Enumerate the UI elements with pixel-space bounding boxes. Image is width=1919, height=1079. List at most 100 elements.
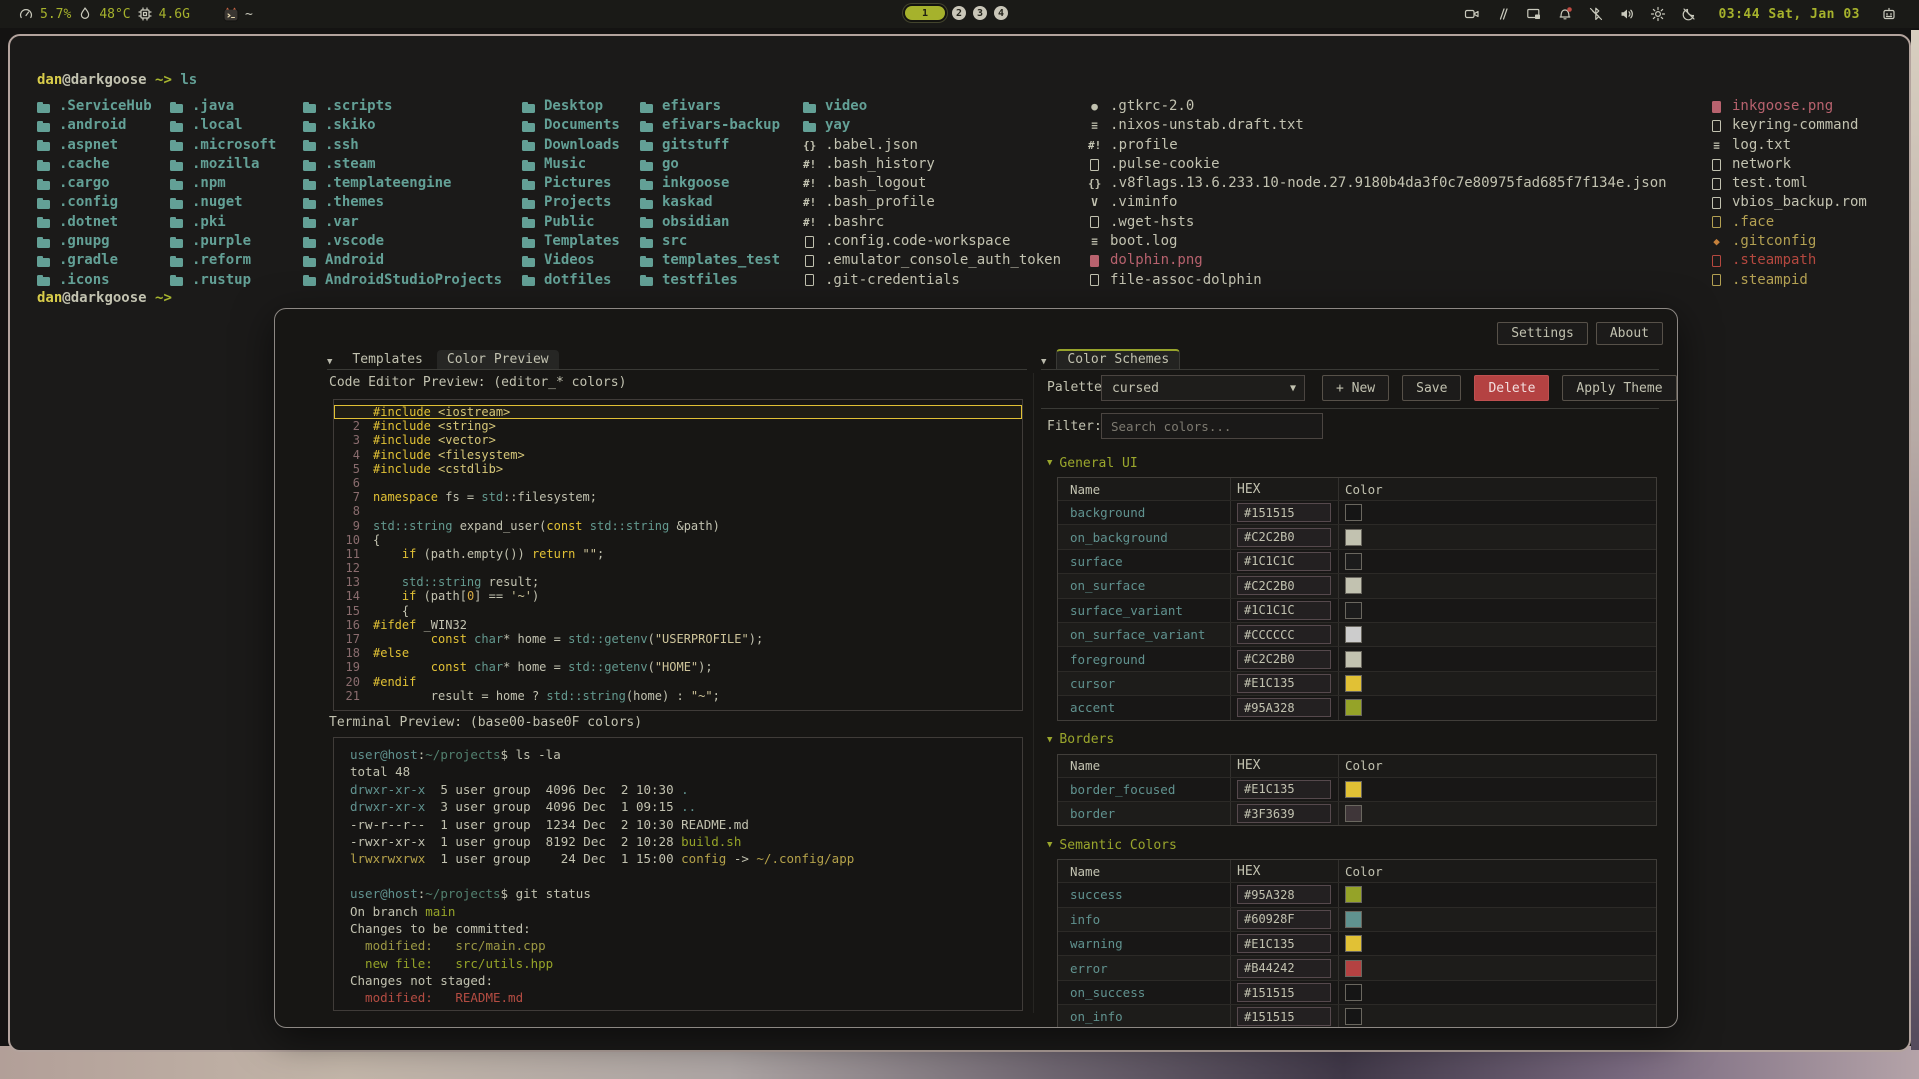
filter-search-input[interactable]: [1101, 413, 1323, 439]
workspace-2[interactable]: 2: [952, 6, 966, 20]
apply-theme-button[interactable]: Apply Theme: [1562, 375, 1676, 401]
color-row[interactable]: on_background: [1058, 524, 1656, 548]
color-swatch[interactable]: [1345, 886, 1362, 903]
file-name: log.txt: [1732, 136, 1791, 155]
color-swatch[interactable]: [1345, 935, 1362, 952]
color-row[interactable]: success: [1058, 882, 1656, 906]
bluetooth-off-icon[interactable]: [1588, 6, 1604, 22]
prompt-user: dan: [37, 290, 62, 306]
pane-divider[interactable]: [1033, 373, 1034, 1013]
palette-dropdown[interactable]: cursed ▼: [1101, 375, 1305, 401]
hex-value-input[interactable]: [1237, 576, 1331, 595]
hex-value-input[interactable]: [1237, 650, 1331, 669]
delete-button[interactable]: Delete: [1474, 375, 1549, 401]
color-swatch[interactable]: [1345, 504, 1362, 521]
night-light-off-icon[interactable]: [1681, 6, 1697, 22]
section-title: General UI: [1059, 456, 1137, 471]
color-swatch[interactable]: [1345, 911, 1362, 928]
color-row[interactable]: background: [1058, 500, 1656, 524]
color-row[interactable]: cursor: [1058, 671, 1656, 695]
color-row[interactable]: surface_variant: [1058, 598, 1656, 622]
pen-icon[interactable]: [1495, 6, 1511, 22]
hex-value-input[interactable]: [1237, 959, 1331, 978]
color-row[interactable]: border_focused: [1058, 777, 1656, 801]
line-number: 21: [334, 689, 360, 703]
color-row[interactable]: warning: [1058, 931, 1656, 955]
file-name: .aspnet: [59, 136, 118, 155]
workspace-3[interactable]: 3: [973, 6, 987, 20]
color-swatch[interactable]: [1345, 651, 1362, 668]
screencast-icon[interactable]: [1464, 6, 1480, 22]
hex-value-input[interactable]: [1237, 910, 1331, 929]
code-text: #else: [373, 646, 409, 660]
tab-templates[interactable]: Templates: [342, 350, 432, 370]
color-swatch[interactable]: [1345, 960, 1362, 977]
code-line: 10{: [334, 533, 1022, 547]
collapse-arrow-icon[interactable]: ▼: [327, 357, 332, 367]
hex-value-input[interactable]: [1237, 780, 1331, 799]
code-text: {: [373, 533, 380, 547]
color-swatch[interactable]: [1345, 805, 1362, 822]
workspace-4[interactable]: 4: [994, 6, 1008, 20]
color-row[interactable]: error: [1058, 955, 1656, 979]
hex-value-input[interactable]: [1237, 1007, 1331, 1026]
file-name: .nuget: [192, 193, 243, 212]
tab-separator-right: [1041, 369, 1659, 370]
save-button[interactable]: Save: [1402, 375, 1461, 401]
collapse-arrow-icon[interactable]: ▼: [1041, 357, 1046, 367]
hex-value-input[interactable]: [1237, 503, 1331, 522]
color-swatch[interactable]: [1345, 577, 1362, 594]
code-token: ;: [597, 547, 604, 561]
color-swatch[interactable]: [1345, 781, 1362, 798]
color-swatch[interactable]: [1345, 626, 1362, 643]
color-row[interactable]: accent: [1058, 695, 1656, 719]
color-row[interactable]: surface: [1058, 549, 1656, 573]
section-header[interactable]: ▼Borders: [1047, 732, 1657, 748]
hex-value-input[interactable]: [1237, 934, 1331, 953]
new-button[interactable]: + New: [1322, 375, 1389, 401]
color-swatch[interactable]: [1345, 984, 1362, 1001]
bell-notification-icon[interactable]: [1557, 6, 1573, 22]
color-row[interactable]: border: [1058, 801, 1656, 825]
color-swatch[interactable]: [1345, 699, 1362, 716]
hex-value-input[interactable]: [1237, 552, 1331, 571]
code-editor-preview[interactable]: #include <iostream>2#include <string>3#i…: [333, 399, 1023, 711]
hex-value-input[interactable]: [1237, 804, 1331, 823]
column-header-name: Name: [1058, 758, 1230, 773]
color-row[interactable]: foreground: [1058, 646, 1656, 670]
color-swatch[interactable]: [1345, 675, 1362, 692]
hex-value-input[interactable]: [1237, 885, 1331, 904]
hex-value-input[interactable]: [1237, 625, 1331, 644]
color-row[interactable]: on_info: [1058, 1004, 1656, 1028]
hex-value-input[interactable]: [1237, 674, 1331, 693]
section-header[interactable]: ▼General UI: [1047, 455, 1657, 471]
hex-value-input[interactable]: [1237, 983, 1331, 1002]
terminal-token: -rw-r--r-- 1 user group 1234 Dec 2 10:30…: [350, 817, 749, 832]
color-row[interactable]: info: [1058, 907, 1656, 931]
folder-icon: [640, 178, 653, 190]
hex-cell: [1230, 501, 1338, 524]
color-swatch[interactable]: [1345, 553, 1362, 570]
color-cell: [1338, 525, 1656, 548]
color-swatch[interactable]: [1345, 529, 1362, 546]
volume-icon[interactable]: [1619, 6, 1635, 22]
color-row[interactable]: on_surface_variant: [1058, 622, 1656, 646]
tab-color-schemes[interactable]: Color Schemes: [1056, 349, 1180, 370]
workspace-1[interactable]: 1: [905, 6, 945, 20]
color-swatch[interactable]: [1345, 602, 1362, 619]
screenshot-lock-icon[interactable]: [1526, 6, 1542, 22]
hex-value-input[interactable]: [1237, 698, 1331, 717]
settings-button[interactable]: Settings: [1497, 322, 1588, 345]
code-text: #include <iostream>: [373, 405, 510, 419]
color-row[interactable]: on_success: [1058, 980, 1656, 1004]
terminal-preview-line: user@host:~/projects$ git status: [350, 885, 1022, 902]
tab-color-preview[interactable]: Color Preview: [437, 350, 559, 370]
color-swatch[interactable]: [1345, 1008, 1362, 1025]
brightness-icon[interactable]: [1650, 6, 1666, 22]
about-button[interactable]: About: [1596, 322, 1663, 345]
color-row[interactable]: on_surface: [1058, 573, 1656, 597]
hex-value-input[interactable]: [1237, 528, 1331, 547]
tray-app-icon[interactable]: [1881, 6, 1897, 22]
section-header[interactable]: ▼Semantic Colors: [1047, 837, 1657, 853]
hex-value-input[interactable]: [1237, 601, 1331, 620]
